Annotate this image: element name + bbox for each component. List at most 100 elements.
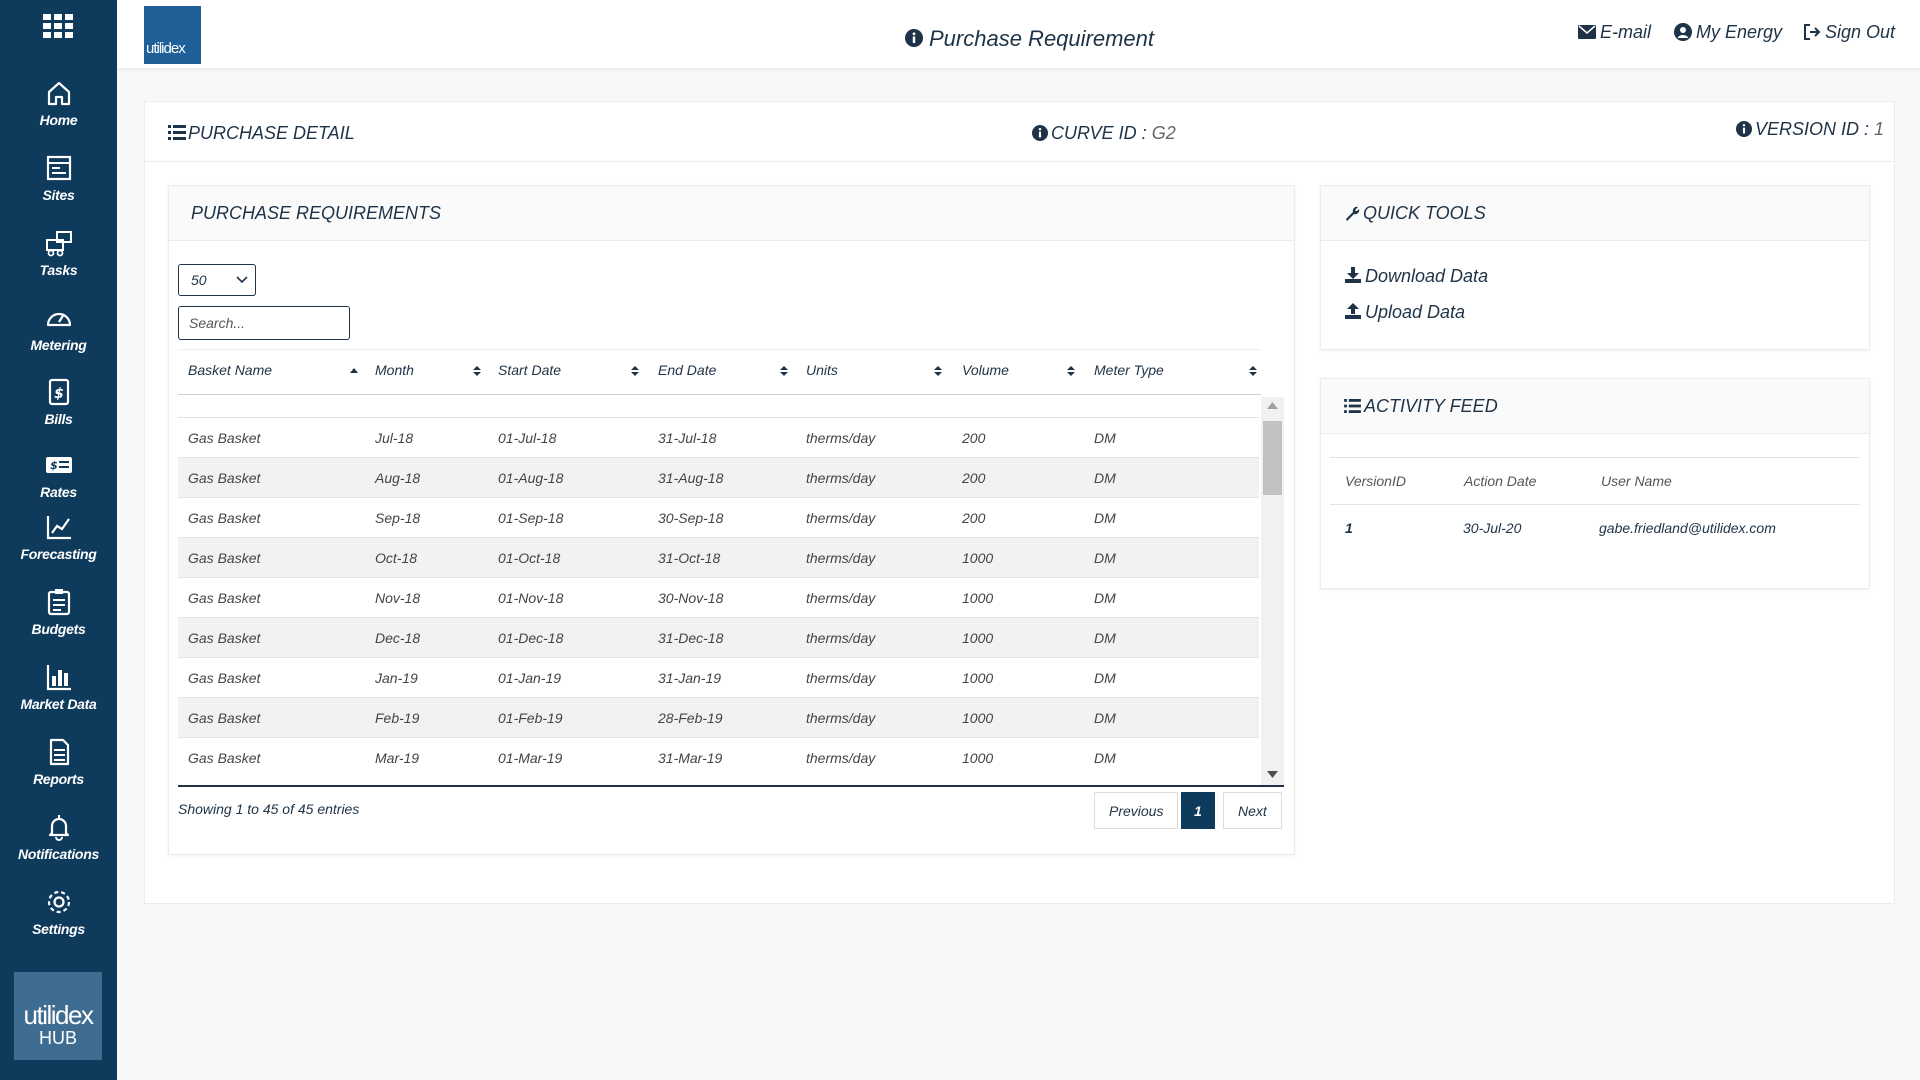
- sites-icon: [46, 155, 71, 181]
- sort-icon[interactable]: [934, 365, 942, 377]
- pagination-previous-button[interactable]: Previous: [1094, 792, 1179, 829]
- sidebar-item-market-data[interactable]: Market Data: [0, 662, 117, 732]
- curve-id: CURVE ID : G2: [1032, 123, 1176, 144]
- sidebar-item-budgets[interactable]: Budgets: [0, 587, 117, 657]
- rates-icon: $: [45, 457, 72, 473]
- column-header-volume[interactable]: Volume: [962, 362, 1009, 378]
- column-header-start-date[interactable]: Start Date: [498, 362, 561, 378]
- scroll-up-arrow-icon[interactable]: [1267, 402, 1278, 409]
- cell-units: therms/day: [806, 470, 876, 486]
- bill-icon: $: [48, 378, 69, 406]
- table-row[interactable]: Gas Basket Oct-18 01-Oct-18 31-Oct-18 th…: [178, 537, 1259, 578]
- column-header-basket-name[interactable]: Basket Name: [188, 362, 272, 378]
- search-input[interactable]: [178, 306, 350, 340]
- activity-table-header-divider: [1330, 504, 1860, 505]
- cell-start-date: 01-Dec-18: [498, 630, 564, 646]
- chevron-down-icon: [236, 276, 248, 284]
- sidebar-item-tasks[interactable]: Tasks: [0, 228, 117, 298]
- activity-column-header-versionid[interactable]: VersionID: [1345, 473, 1406, 489]
- table-scrollbar[interactable]: [1261, 397, 1284, 785]
- cell-units: therms/day: [806, 550, 876, 566]
- activity-column-header-user-name[interactable]: User Name: [1601, 473, 1672, 489]
- download-data-label: Download Data: [1365, 266, 1489, 286]
- upload-data-label: Upload Data: [1365, 302, 1466, 322]
- download-data-link[interactable]: Download Data: [1345, 266, 1488, 287]
- quick-tools-label: QUICK TOOLS: [1363, 203, 1486, 223]
- svg-text:$: $: [54, 386, 64, 402]
- my-energy-link[interactable]: My Energy: [1674, 22, 1782, 43]
- cell-end-date: 31-Dec-18: [658, 630, 724, 646]
- table-row[interactable]: Gas Basket Jan-19 01-Jan-19 31-Jan-19 th…: [178, 657, 1259, 698]
- upload-data-link[interactable]: Upload Data: [1345, 302, 1465, 323]
- scroll-down-arrow-icon[interactable]: [1267, 771, 1278, 778]
- cell-start-date: 01-Nov-18: [498, 590, 564, 606]
- pagination-page-button[interactable]: 1: [1181, 792, 1215, 829]
- sort-icon[interactable]: [1249, 365, 1257, 377]
- sidebar-item-label: Home: [39, 112, 78, 128]
- cell-meter-type: DM: [1094, 750, 1116, 766]
- cell-basket-name: Gas Basket: [188, 630, 261, 646]
- sidebar-item-bills[interactable]: $ Bills: [0, 377, 117, 447]
- scrollbar-thumb[interactable]: [1263, 421, 1282, 495]
- quick-tools-card: QUICK TOOLS Download Data Upload Data: [1320, 185, 1870, 350]
- app-grid-icon[interactable]: [43, 14, 73, 38]
- pagination-next-button[interactable]: Next: [1223, 792, 1282, 829]
- table-row[interactable]: Gas Basket Nov-18 01-Nov-18 30-Nov-18 th…: [178, 577, 1259, 618]
- sidebar-item-forecasting[interactable]: Forecasting: [0, 512, 117, 582]
- utilidex-logo[interactable]: utilidex: [144, 6, 201, 64]
- wrench-icon: [1346, 206, 1360, 221]
- email-link[interactable]: E-mail: [1578, 22, 1651, 43]
- table-row[interactable]: Gas Basket Sep-18 01-Sep-18 30-Sep-18 th…: [178, 497, 1259, 538]
- table-row[interactable]: Gas Basket Feb-19 01-Feb-19 28-Feb-19 th…: [178, 697, 1259, 738]
- sidebar-item-reports[interactable]: Reports: [0, 737, 117, 807]
- sign-out-icon: [1804, 23, 1821, 40]
- utilidex-hub-logo: utilidex HUB: [14, 972, 102, 1060]
- page-length-select[interactable]: 50: [178, 264, 256, 296]
- cell-units: therms/day: [806, 670, 876, 686]
- table-row[interactable]: Gas Basket Dec-18 01-Dec-18 31-Dec-18 th…: [178, 617, 1259, 658]
- cell-start-date: 01-Feb-19: [498, 710, 563, 726]
- sidebar-item-label: Forecasting: [20, 546, 97, 562]
- column-header-meter-type[interactable]: Meter Type: [1094, 362, 1164, 378]
- activity-table-top-divider: [1330, 457, 1860, 458]
- cell-basket-name: Gas Basket: [188, 670, 261, 686]
- activity-feed-card: ACTIVITY FEED VersionID Action Date User…: [1320, 378, 1870, 589]
- cell-month: Nov-18: [375, 590, 421, 606]
- quick-tools-header: QUICK TOOLS: [1321, 186, 1869, 241]
- cell-month: Sep-18: [375, 510, 421, 526]
- sort-asc-icon[interactable]: [350, 365, 358, 377]
- column-header-end-date[interactable]: End Date: [658, 362, 716, 378]
- sign-out-link[interactable]: Sign Out: [1803, 22, 1895, 43]
- table-row[interactable]: Gas Basket Mar-19 01-Mar-19 31-Mar-19 th…: [178, 737, 1259, 778]
- sort-icon[interactable]: [1067, 365, 1075, 377]
- cell-meter-type: DM: [1094, 630, 1116, 646]
- sort-icon[interactable]: [473, 365, 481, 377]
- cell-end-date: 31-Oct-18: [658, 550, 721, 566]
- cell-end-date: 31-Aug-18: [658, 470, 724, 486]
- column-header-month[interactable]: Month: [375, 362, 414, 378]
- sidebar-item-notifications[interactable]: Notifications: [0, 812, 117, 882]
- upload-icon: [1345, 303, 1361, 320]
- sort-icon[interactable]: [631, 365, 639, 377]
- list-icon: [168, 125, 186, 141]
- table-row[interactable]: Gas Basket Jul-18 01-Jul-18 31-Jul-18 th…: [178, 417, 1259, 458]
- sidebar-item-settings[interactable]: Settings: [0, 887, 117, 957]
- cell-end-date: 31-Jul-18: [658, 430, 717, 446]
- cell-basket-name: Gas Basket: [188, 750, 261, 766]
- cell-end-date: 31-Jan-19: [658, 670, 722, 686]
- table-row[interactable]: Gas Basket Aug-18 01-Aug-18 31-Aug-18 th…: [178, 457, 1259, 498]
- report-icon: [49, 738, 69, 766]
- sidebar-item-rates[interactable]: $ Rates: [0, 450, 117, 520]
- sidebar-item-label: Metering: [30, 337, 87, 353]
- sidebar-item-label: Market Data: [20, 696, 97, 712]
- sidebar-item-metering[interactable]: Metering: [0, 303, 117, 373]
- sidebar-item-sites[interactable]: Sites: [0, 153, 117, 223]
- activity-column-header-action-date[interactable]: Action Date: [1464, 473, 1536, 489]
- sort-icon[interactable]: [780, 365, 788, 377]
- sidebar-item-label: Notifications: [18, 846, 99, 862]
- sidebar-item-home[interactable]: Home: [0, 78, 117, 148]
- column-header-units[interactable]: Units: [806, 362, 838, 378]
- clipboard-icon: [47, 589, 70, 616]
- cell-month: Oct-18: [375, 550, 418, 566]
- gear-icon: [47, 890, 70, 914]
